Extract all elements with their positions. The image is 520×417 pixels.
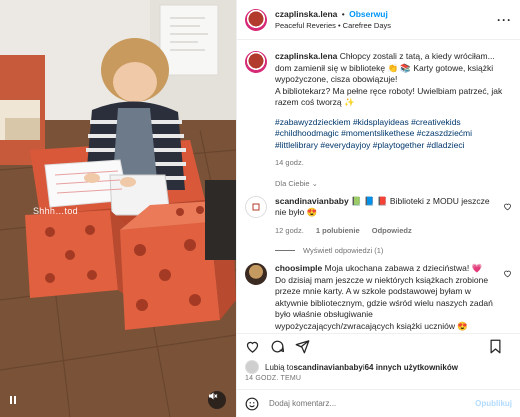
mute-button[interactable] — [208, 391, 226, 409]
separator-dot: • — [341, 8, 345, 19]
caption-text-2: A bibliotekarz? Ma pełne ręce roboty! Uw… — [275, 85, 503, 108]
photo-overlay-text: Shhh…tod — [33, 206, 78, 216]
commenter-avatar[interactable] — [245, 195, 267, 218]
comment-bubble-icon — [271, 340, 285, 353]
add-comment-bar: Opublikuj — [237, 389, 520, 417]
share-button[interactable] — [295, 339, 310, 354]
more-options-button[interactable]: ··· — [497, 13, 512, 27]
likes-prefix: Lubią to — [265, 362, 294, 372]
like-button[interactable] — [245, 339, 260, 354]
liker-username[interactable]: scandinavianbaby — [293, 363, 362, 372]
view-replies-button[interactable]: Wyświetl odpowiedzi (1) — [237, 236, 520, 255]
commenter-avatar[interactable] — [245, 263, 267, 285]
comment-button[interactable] — [270, 339, 285, 354]
post-caption: czaplinska.lena Chłopcy zostali z tatą, … — [237, 41, 520, 169]
paper-plane-icon — [295, 340, 310, 354]
likes-others-count[interactable]: 64 innych użytkowników — [365, 363, 458, 372]
caption-time: 14 godz. — [275, 158, 304, 167]
comment-text: Moja ukochana zabawa z dzieciństwa! 💗 Do… — [275, 263, 493, 331]
follow-button[interactable]: Obserwuj — [349, 9, 388, 19]
comment-time: 12 godz. — [275, 225, 304, 235]
likes-summary[interactable]: Lubią to scandinavianbaby i 64 innych uż… — [245, 360, 512, 374]
like-comment-icon[interactable] — [503, 202, 512, 211]
commenter-username[interactable]: choosimple — [275, 263, 322, 273]
post-sidebar: czaplinska.lena • Obserwuj Peaceful Reve… — [236, 0, 520, 417]
bookmark-icon — [490, 339, 501, 354]
brand-logo-icon — [252, 203, 260, 210]
post-timestamp[interactable]: 14 GODZ. TEMU — [245, 375, 301, 382]
commenter-username[interactable]: scandinavianbaby — [275, 196, 349, 206]
heart-icon — [246, 341, 259, 353]
like-comment-icon[interactable] — [503, 269, 512, 278]
publish-button[interactable]: Opublikuj — [475, 399, 512, 408]
save-button[interactable] — [489, 339, 502, 354]
caption-username[interactable]: czaplinska.lena — [275, 51, 337, 61]
replies-divider — [275, 250, 295, 251]
comment-item: scandinavianbaby 📗 📘 📕 Biblioteki z MODU… — [237, 188, 520, 237]
post-media[interactable]: Shhh…tod — [0, 0, 236, 417]
pause-button[interactable] — [8, 395, 22, 409]
post-action-bar — [237, 333, 520, 359]
audio-subtitle[interactable]: Peaceful Reveries • Carefree Days — [275, 20, 497, 31]
comment-input[interactable] — [269, 399, 476, 408]
post-header: czaplinska.lena • Obserwuj Peaceful Reve… — [237, 0, 520, 40]
comment-likes[interactable]: 1 polubienie — [316, 226, 360, 235]
speaker-muted-icon — [209, 392, 218, 400]
more-horizontal-icon: ··· — [497, 12, 512, 27]
caption-avatar[interactable] — [245, 51, 267, 73]
liker-avatar — [245, 360, 259, 374]
for-you-label[interactable]: Dla Ciebie ⌄ — [237, 169, 520, 188]
author-avatar[interactable] — [245, 8, 267, 31]
author-username[interactable]: czaplinska.lena — [275, 9, 337, 19]
emoji-icon[interactable] — [245, 397, 259, 411]
reply-button[interactable]: Odpowiedz — [372, 226, 412, 235]
pause-icon — [10, 396, 16, 404]
view-replies-label: Wyświetl odpowiedzi (1) — [303, 246, 384, 255]
comments-scroll-area[interactable]: czaplinska.lena Chłopcy zostali z tatą, … — [237, 41, 520, 332]
caption-hashtags[interactable]: #zabawyzdzieckiem #kidsplayideas #creati… — [275, 117, 512, 152]
comment-item: choosimple Moja ukochana zabawa z dzieci… — [237, 255, 520, 332]
